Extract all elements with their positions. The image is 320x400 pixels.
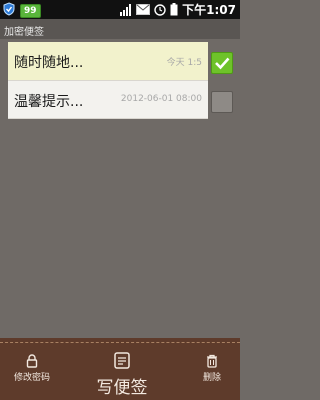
note-icon [114,352,130,369]
bottom-toolbar: 修改密码 写便签 删除 [0,338,240,400]
shield-icon [2,2,16,19]
note-checkbox[interactable] [211,91,233,113]
note-title: 随时随地... [14,55,84,71]
signal-icon [120,3,132,16]
note-title: 温馨提示... [14,94,84,110]
note-date: 今天 1:5 [166,58,202,68]
stitch-divider [0,342,240,343]
battery-icon [170,3,178,16]
app-header: 加密便签 [0,19,240,39]
change-password-label: 修改密码 [13,373,50,383]
note-checkbox-checked[interactable] [211,52,233,74]
battery-badge: 99 [20,3,41,18]
note-item[interactable]: 温馨提示... 2012-06-01 08:00 [8,81,208,119]
trash-icon [207,354,217,368]
clock: 下午1:07 [182,3,236,17]
write-note-label: 写便签 [96,378,148,398]
status-bar: 99 下午1:07 [0,0,240,19]
lock-icon [26,354,38,368]
delete-button[interactable]: 删除 [192,354,232,383]
note-date: 2012-06-01 08:00 [120,94,202,104]
note-item[interactable]: 随时随地... 今天 1:5 [8,42,208,81]
mail-icon [136,4,151,15]
delete-label: 删除 [202,373,221,383]
page-title: 加密便签 [4,27,44,38]
checkmark-icon [215,57,230,70]
write-note-button[interactable]: 写便签 [88,352,156,398]
change-password-button[interactable]: 修改密码 [6,354,58,383]
alarm-icon [154,3,166,16]
